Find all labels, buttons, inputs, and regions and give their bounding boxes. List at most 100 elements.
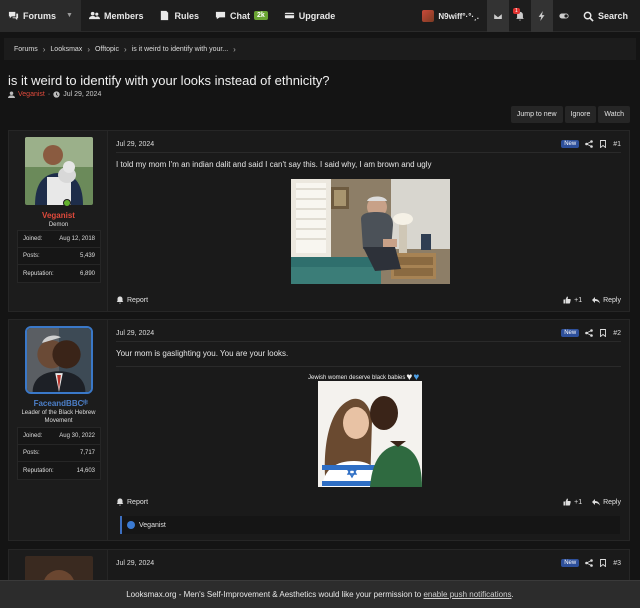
stat-joined: Joined: Aug 30, 2022: [18, 428, 100, 445]
chat-icon: [215, 11, 226, 20]
toggle-icon: [559, 13, 569, 19]
watch-button[interactable]: Watch: [598, 106, 630, 123]
post-image[interactable]: [291, 179, 450, 284]
like-button[interactable]: +1: [563, 498, 582, 506]
nav-upgrade[interactable]: Upgrade: [276, 0, 344, 32]
reply-button[interactable]: Reply: [592, 498, 621, 506]
nav-rules[interactable]: Rules: [151, 0, 207, 32]
reply-button[interactable]: Reply: [592, 296, 621, 304]
theme-toggle[interactable]: [553, 0, 575, 32]
user-title: Leader of the Black Hebrew Movement: [21, 410, 96, 424]
jump-to-new-button[interactable]: Jump to new: [510, 106, 563, 123]
bookmark-icon[interactable]: [599, 559, 607, 567]
thread-author-link[interactable]: Veganist: [18, 91, 45, 98]
post-header: Jul 29, 2024 New #2: [116, 328, 621, 338]
alerts-button[interactable]: 1: [509, 0, 531, 32]
post-number[interactable]: #1: [613, 141, 621, 148]
like-button[interactable]: +1: [563, 296, 582, 304]
search-button[interactable]: Search: [575, 0, 640, 32]
post-date[interactable]: Jul 29, 2024: [116, 560, 154, 567]
avatar[interactable]: [25, 137, 93, 205]
thread-meta: Veganist · Jul 29, 2024: [8, 91, 101, 98]
stat-reputation: Reputation: 14,603: [23, 467, 95, 474]
post-date[interactable]: Jul 29, 2024: [116, 330, 154, 337]
signature-image[interactable]: [318, 381, 422, 487]
post-header: Jul 29, 2024 New #1: [116, 139, 621, 149]
post-user-panel: Veganist Demon Joined: Aug 12, 2018 Posts…: [9, 131, 108, 311]
thread-date[interactable]: Jul 29, 2024: [63, 91, 101, 98]
account-menu[interactable]: N9wiff°·°·¸.: [414, 0, 487, 32]
nav-members[interactable]: Members: [81, 0, 152, 32]
post-footer: Report +1 Reply: [116, 497, 621, 507]
rules-icon: [161, 10, 169, 21]
bolt-icon: [538, 11, 545, 21]
thread-actions: Jump to new Ignore Watch: [510, 106, 630, 123]
members-icon: [88, 11, 100, 20]
breadcrumb-thread[interactable]: is it weird to identify with your...: [132, 46, 228, 53]
post-user-panel: FaceandBBC ❄ Leader of the Black Hebrew …: [9, 320, 108, 540]
post-2: FaceandBBC ❄ Leader of the Black Hebrew …: [8, 319, 630, 541]
bookmark-icon[interactable]: [599, 140, 607, 148]
post-header: Jul 29, 2024 New #3: [116, 558, 621, 568]
breadcrumb-looksmax[interactable]: Looksmax: [50, 46, 82, 53]
report-link[interactable]: Report: [116, 498, 148, 506]
whats-new-button[interactable]: [530, 0, 553, 32]
push-notification-notice: Looksmax.org - Men's Self-Improvement & …: [0, 580, 640, 608]
user-stats: Joined: Aug 30, 2022 Posts: 7,717 Reputati…: [17, 427, 101, 480]
search-icon: [583, 11, 594, 22]
stat-reputation: Reputation: 6,890: [23, 270, 95, 277]
stat-posts: Posts: 5,439: [18, 248, 100, 265]
bell-icon: [116, 296, 124, 304]
post-username[interactable]: Veganist: [9, 211, 108, 220]
reply-icon: [592, 297, 601, 304]
new-badge: New: [561, 559, 580, 567]
report-link[interactable]: Report: [116, 296, 148, 304]
breadcrumb-forums[interactable]: Forums: [14, 46, 38, 53]
enable-push-link[interactable]: enable push notifications: [423, 590, 511, 599]
chevron-down-icon[interactable]: ▼: [66, 12, 73, 19]
online-status-icon: [63, 199, 71, 207]
signature-divider: [116, 366, 621, 367]
page-title: is it weird to identify with your looks …: [8, 73, 330, 88]
new-badge: New: [561, 140, 580, 148]
nav-forums[interactable]: Forums ▼: [0, 0, 81, 32]
divider: [116, 341, 621, 342]
reply-icon: [592, 499, 601, 506]
stat-posts: Posts: 7,717: [18, 445, 100, 462]
share-icon[interactable]: [585, 329, 594, 337]
breadcrumb-offtopic[interactable]: Offtopic: [95, 46, 119, 53]
forums-icon: [8, 11, 19, 21]
nav-chat[interactable]: Chat 2k: [207, 0, 276, 32]
inbox-button[interactable]: [486, 0, 509, 32]
user-icon: [8, 91, 15, 98]
thumbs-up-icon: [563, 498, 571, 506]
like-reaction-icon: [127, 521, 135, 529]
post-1: Veganist Demon Joined: Aug 12, 2018 Posts…: [8, 130, 630, 312]
share-icon[interactable]: [585, 559, 594, 567]
bell-icon: [116, 498, 124, 506]
post-body: I told my mom I'm an indian dalit and sa…: [116, 160, 432, 169]
post-username[interactable]: FaceandBBC: [9, 399, 108, 408]
reactions-bar[interactable]: Veganist: [120, 516, 620, 534]
post-number[interactable]: #2: [613, 330, 621, 337]
chevron-right-icon: ›: [87, 44, 90, 54]
envelope-icon: [493, 13, 503, 20]
avatar: [422, 10, 435, 22]
chevron-right-icon: ›: [123, 44, 127, 54]
bookmark-icon[interactable]: [599, 329, 607, 337]
clock-icon: [53, 91, 60, 98]
avatar[interactable]: [25, 326, 93, 394]
post-footer: Report +1 Reply: [116, 295, 621, 305]
alert-count-badge: 1: [512, 8, 520, 14]
post-number[interactable]: #3: [613, 560, 621, 567]
user-stats: Joined: Aug 12, 2018 Posts: 5,439 Reputati…: [17, 230, 101, 283]
stat-joined: Joined: Aug 12, 2018: [18, 231, 100, 248]
top-navbar: Forums ▼ Members Rules Chat 2k Upgrade N…: [0, 0, 640, 32]
post-date[interactable]: Jul 29, 2024: [116, 141, 154, 148]
new-badge: New: [561, 329, 580, 337]
chevron-right-icon: ›: [233, 44, 236, 54]
ignore-button[interactable]: Ignore: [564, 106, 597, 123]
post-body: Your mom is gaslighting you. You are you…: [116, 349, 289, 358]
share-icon[interactable]: [585, 140, 594, 148]
user-title: Demon: [48, 222, 69, 228]
